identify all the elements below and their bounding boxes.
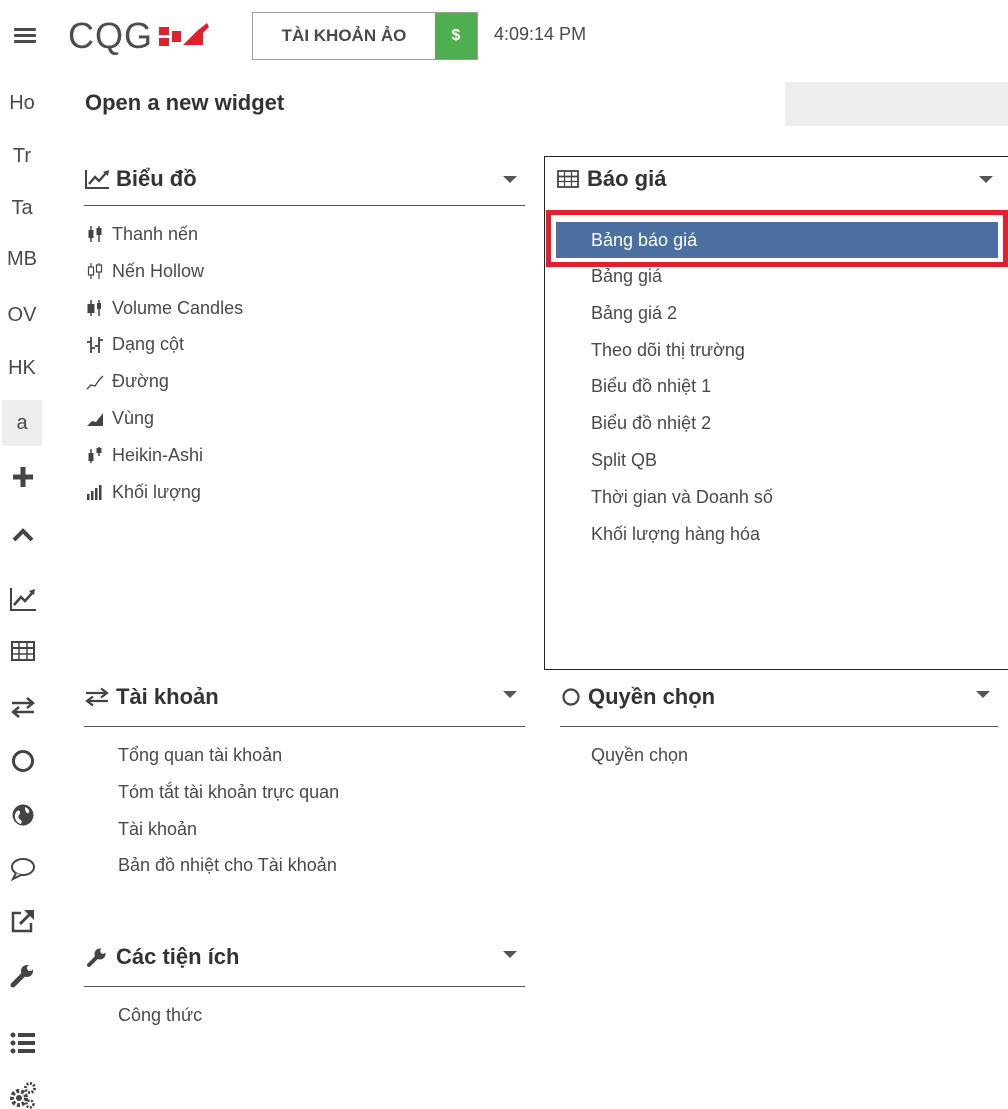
chevron-down-icon[interactable] (976, 691, 990, 698)
account-selector[interactable]: TÀI KHOẢN ẢO $ (252, 12, 478, 60)
section-utilities-title: Các tiện ích (116, 943, 240, 969)
wrench-icon[interactable] (6, 958, 40, 992)
list-item-label: Vùng (112, 407, 155, 428)
list-item[interactable]: Heikin-Ashi (84, 437, 525, 474)
section-options-header[interactable]: Quyền chọn (560, 667, 998, 727)
chevron-up-icon[interactable] (6, 518, 40, 552)
rail-tab-hk[interactable]: HK (2, 349, 42, 387)
utilities-list: Công thức (84, 997, 525, 1034)
wrench-icon (84, 944, 110, 970)
area-chart-icon (84, 408, 106, 428)
chevron-down-icon[interactable] (979, 176, 993, 183)
chevron-down-icon[interactable] (503, 951, 517, 958)
section-account: Tài khoản Tổng quan tài khoản Tóm tắt tà… (84, 667, 525, 884)
chevron-down-icon[interactable] (503, 176, 517, 183)
list-item-label: Heikin-Ashi (112, 444, 204, 465)
page-title: Open a new widget (85, 90, 285, 115)
circle-icon[interactable] (6, 744, 40, 778)
section-quotes: Báo giá (555, 152, 1001, 206)
section-quotes-title: Báo giá (587, 166, 667, 191)
list-item[interactable]: Thanh nến (84, 216, 525, 253)
list-item[interactable]: Tóm tắt tài khoản trực quan (118, 774, 525, 811)
list-item[interactable]: Tổng quan tài khoản (118, 737, 525, 774)
quotes-list: Bảng báo giá Bảng giá Bảng giá 2 Theo dõ… (556, 222, 998, 552)
charts-list: Thanh nến Nến Hollow Volume Candles Dạng… (84, 216, 525, 510)
list-item[interactable]: Tài khoản (118, 811, 525, 848)
chevron-down-icon[interactable] (503, 691, 517, 698)
list-item-label: Đường (112, 371, 169, 392)
circle-icon (560, 684, 582, 710)
section-options: Quyền chọn Quyền chọn (560, 667, 998, 774)
account-list: Tổng quan tài khoản Tóm tắt tài khoản tr… (84, 737, 525, 884)
bar-chart-ohlc-icon (84, 335, 106, 355)
rail-tab-ho[interactable]: Ho (2, 84, 42, 122)
chart-line-icon (84, 166, 110, 192)
chat-bubble-icon[interactable] (6, 852, 40, 886)
list-item[interactable]: Dạng cột (84, 326, 525, 363)
list-item[interactable]: Vùng (84, 400, 525, 437)
candlestick-icon (84, 224, 106, 244)
account-label: TÀI KHOẢN ẢO (281, 26, 407, 45)
rail-tab-a[interactable]: a (2, 400, 42, 446)
section-utilities-header[interactable]: Các tiện ích (84, 927, 525, 987)
list-item[interactable]: Công thức (118, 997, 525, 1034)
list-item[interactable]: Quyền chọn (591, 737, 998, 774)
volume-candle-icon (84, 298, 106, 318)
section-account-title: Tài khoản (116, 683, 219, 709)
list-item-label: Khối lượng (112, 481, 201, 502)
list-item-label: Volume Candles (112, 297, 244, 318)
cqg-logo: CQG (68, 18, 213, 54)
list-item[interactable]: Theo dõi thị trường (556, 332, 998, 369)
list-item-label: Dạng cột (112, 334, 185, 355)
list-item-selected[interactable]: Bảng báo giá (556, 222, 998, 258)
table-icon[interactable] (6, 634, 40, 668)
rail-tab-mb[interactable]: MB (2, 240, 42, 278)
hollow-candle-icon (84, 261, 106, 281)
table-icon (555, 166, 581, 192)
section-account-header[interactable]: Tài khoản (84, 667, 525, 727)
volume-bars-icon (84, 482, 106, 502)
hamburger-menu-icon[interactable] (12, 22, 40, 46)
list-icon[interactable] (6, 1026, 40, 1060)
external-link-icon[interactable] (6, 904, 40, 938)
top-bar: CQG TÀI KHOẢN ẢO $ 4:09:14 PM (0, 0, 1008, 70)
widget-search-input[interactable] (785, 82, 1008, 126)
list-item[interactable]: Nến Hollow (84, 253, 525, 290)
list-item[interactable]: Bảng giá (556, 258, 998, 295)
section-charts-header[interactable]: Biểu đồ (84, 152, 525, 206)
transfer-arrows-icon (84, 684, 110, 710)
section-charts-title: Biểu đồ (116, 165, 197, 191)
heikin-ashi-icon (84, 445, 106, 465)
list-item[interactable]: Đường (84, 363, 525, 400)
list-item-label: Nến Hollow (112, 260, 205, 281)
chart-line-icon[interactable] (6, 582, 40, 616)
currency-badge[interactable]: $ (435, 13, 477, 59)
list-item[interactable]: Khối lượng hàng hóa (556, 516, 998, 553)
clock: 4:09:14 PM (494, 24, 587, 44)
plus-icon[interactable] (6, 460, 40, 494)
logo-text: CQG (68, 15, 154, 56)
transfer-arrows-icon[interactable] (6, 690, 40, 724)
list-item[interactable]: Khối lượng (84, 474, 525, 511)
section-charts: Biểu đồ Thanh nến Nến Hollow Volume Cand… (84, 152, 525, 510)
section-options-title: Quyền chọn (588, 683, 716, 709)
line-chart-icon (84, 372, 106, 392)
list-item-label: Thanh nến (112, 224, 199, 244)
options-list: Quyền chọn (560, 737, 998, 774)
list-item[interactable]: Split QB (556, 442, 998, 479)
logo-mark-icon (159, 23, 210, 46)
rail-tab-ta[interactable]: Ta (2, 189, 42, 227)
rail-tab-tr[interactable]: Tr (2, 137, 42, 175)
rail-tab-ov[interactable]: OV (2, 296, 42, 334)
list-item[interactable]: Biểu đồ nhiệt 2 (556, 405, 998, 442)
section-quotes-header[interactable]: Báo giá (555, 152, 1001, 206)
list-item[interactable]: Bảng giá 2 (556, 295, 998, 332)
globe-icon[interactable] (6, 798, 40, 832)
list-item[interactable]: Bản đồ nhiệt cho Tài khoản (118, 847, 525, 884)
gears-icon[interactable] (6, 1078, 40, 1109)
list-item[interactable]: Thời gian và Doanh số (556, 479, 998, 516)
list-item[interactable]: Biểu đồ nhiệt 1 (556, 368, 998, 405)
list-item[interactable]: Volume Candles (84, 290, 525, 327)
section-utilities: Các tiện ích Công thức (84, 927, 525, 1034)
